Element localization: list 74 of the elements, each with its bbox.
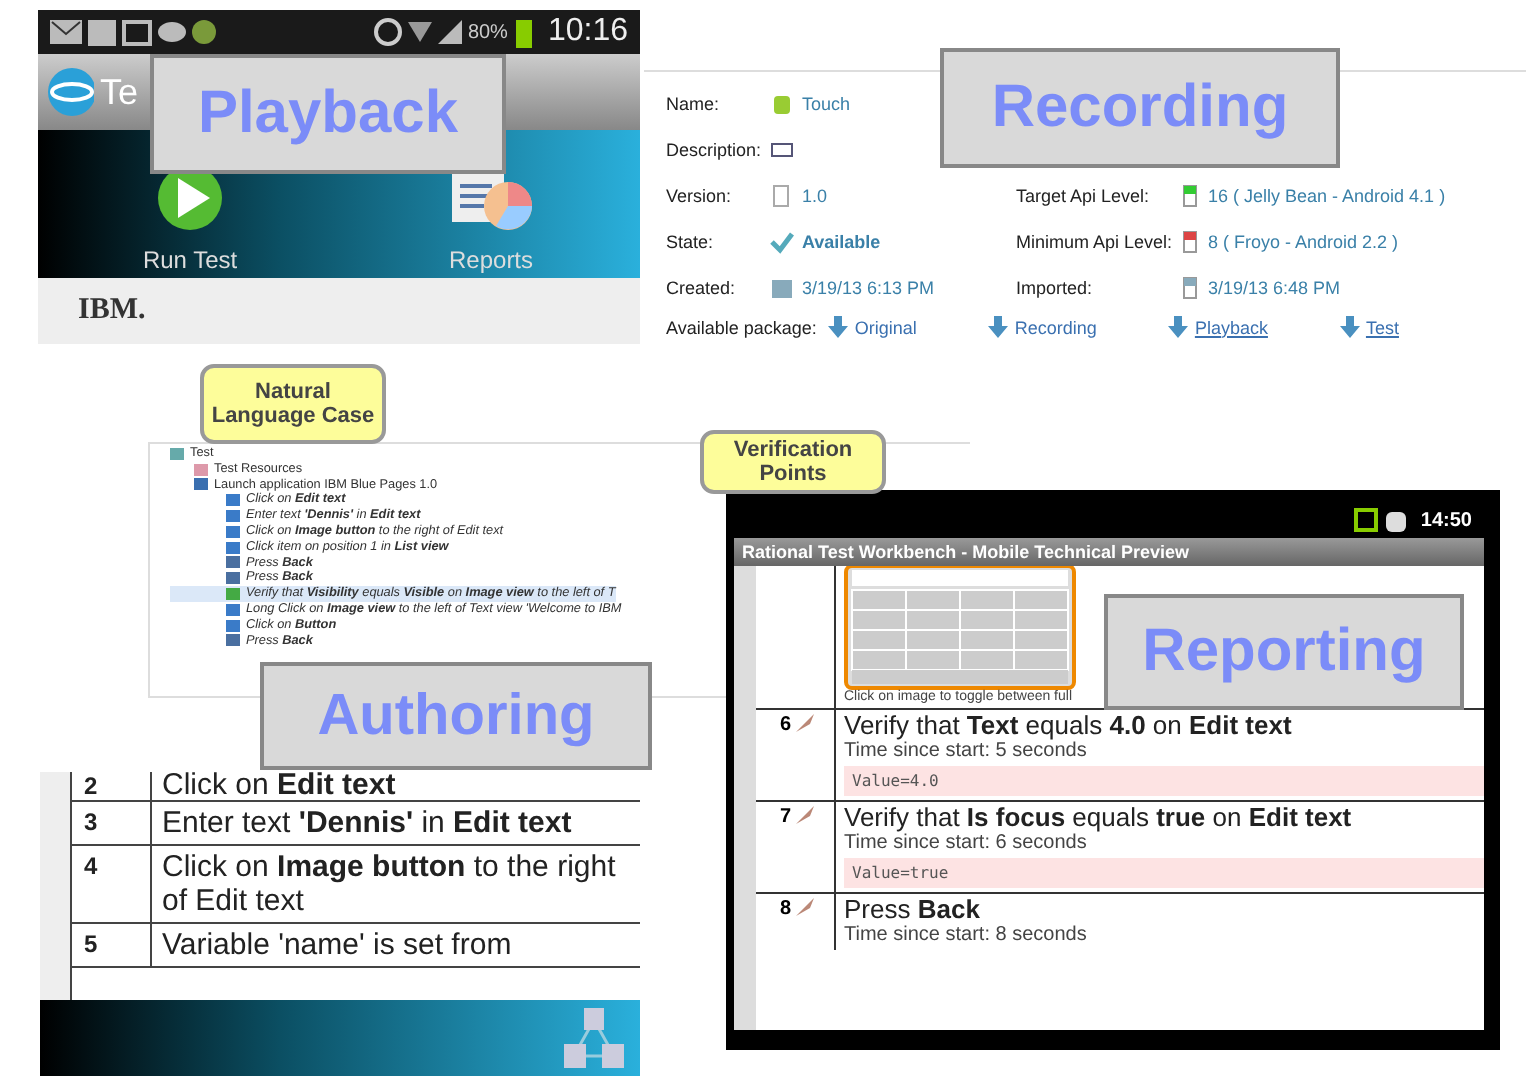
field-label: Target Api Level: bbox=[1016, 186, 1152, 206]
window-title: Rational Test Workbench - Mobile Technical Preview bbox=[734, 538, 1484, 566]
step-time: Time since start: 8 seconds bbox=[844, 924, 1089, 946]
field-label: Minimum Api Level: bbox=[1016, 232, 1172, 252]
package-link[interactable]: Playback bbox=[1168, 316, 1268, 338]
callout: Natural Language Case bbox=[200, 364, 386, 444]
table-cell-text: Click on Edit text bbox=[160, 772, 398, 800]
image-icon bbox=[122, 19, 152, 45]
section-label: Playback bbox=[150, 54, 506, 174]
android-icon bbox=[192, 20, 216, 44]
download-arrow-icon bbox=[1168, 316, 1189, 338]
field-value: Available bbox=[802, 232, 881, 252]
download-arrow-icon bbox=[988, 316, 1009, 338]
step-value: Value=4.0 bbox=[844, 766, 1484, 796]
field-value: 3/19/13 6:13 PM bbox=[802, 278, 935, 298]
check-icon bbox=[770, 230, 794, 254]
field-value: 16 ( Jelly Bean - Android 4.1 ) bbox=[1208, 186, 1446, 206]
section-label: Recording bbox=[940, 48, 1340, 168]
level-icon bbox=[1180, 230, 1200, 254]
step-number: 6 bbox=[780, 714, 792, 736]
table-cell: 5 bbox=[72, 924, 152, 966]
field-value: 8 ( Froyo - Android 2.2 ) bbox=[1208, 232, 1399, 252]
step-text: Verify that Is focus equals true on Edit text bbox=[844, 802, 1354, 832]
signal-icon bbox=[437, 20, 462, 44]
download-arrow-icon bbox=[1339, 316, 1360, 338]
download-arrow-icon bbox=[828, 316, 849, 338]
android-icon bbox=[770, 92, 794, 116]
note-icon bbox=[770, 138, 794, 162]
field-value: 1.0 bbox=[802, 186, 828, 206]
wifi-signal-icon bbox=[407, 22, 432, 42]
step-time: Time since start: 5 seconds bbox=[844, 740, 1089, 762]
copy-icon bbox=[770, 184, 794, 208]
step-text: Verify that Text equals 4.0 on Edit text bbox=[844, 710, 1294, 740]
package-link[interactable]: Original bbox=[828, 316, 917, 338]
network-icon bbox=[560, 1004, 628, 1072]
alarm-icon bbox=[373, 18, 402, 46]
package-link[interactable]: Test bbox=[1339, 316, 1399, 338]
section-label: Reporting bbox=[1104, 594, 1464, 710]
step-value: Value=true bbox=[844, 858, 1484, 888]
table-cell: 4 bbox=[72, 846, 152, 922]
battery-percent: 80% bbox=[467, 21, 508, 43]
brush-icon bbox=[795, 714, 814, 732]
app-title: Te bbox=[100, 71, 139, 113]
step-text: Press Back bbox=[844, 894, 982, 924]
package-link[interactable]: Recording bbox=[988, 316, 1097, 338]
step-number: 7 bbox=[780, 806, 792, 828]
battery-icon bbox=[513, 16, 534, 48]
field-label: Available package: bbox=[666, 317, 817, 337]
step-time: Time since start: 6 seconds bbox=[844, 832, 1089, 854]
table-cell-text: Variable 'name' is set from bbox=[160, 926, 514, 966]
field-label: State: bbox=[666, 232, 716, 252]
field-label: Imported: bbox=[1016, 278, 1095, 298]
table-cell: 2 bbox=[72, 772, 152, 800]
field-value: 3/19/13 6:48 PM bbox=[1208, 278, 1341, 298]
table-cell-text: Click on Image button to the right of Edit text bbox=[160, 848, 618, 922]
table-cell: 3 bbox=[72, 802, 152, 844]
section-label: Authoring bbox=[260, 662, 652, 770]
field-label: Name: bbox=[666, 94, 722, 114]
level-icon bbox=[1180, 184, 1200, 208]
report-chart-icon bbox=[447, 170, 536, 234]
table-cell-text: Enter text 'Dennis' in Edit text bbox=[160, 804, 574, 844]
mail-icon bbox=[50, 20, 82, 44]
field-label: Created: bbox=[666, 278, 738, 298]
clock-time: 14:50 bbox=[1420, 509, 1472, 531]
field-label: Description: bbox=[666, 140, 762, 160]
brush-icon bbox=[795, 806, 814, 824]
field-label: Version: bbox=[666, 186, 734, 206]
brush-icon bbox=[795, 898, 814, 916]
field-value: Touch bbox=[802, 94, 851, 114]
globe-logo-icon bbox=[46, 66, 94, 118]
step-number: 8 bbox=[780, 898, 792, 920]
callout: Verification Points bbox=[700, 430, 886, 494]
brand-logo: IBM. bbox=[78, 294, 146, 328]
clock-time: 10:16 bbox=[547, 14, 628, 50]
